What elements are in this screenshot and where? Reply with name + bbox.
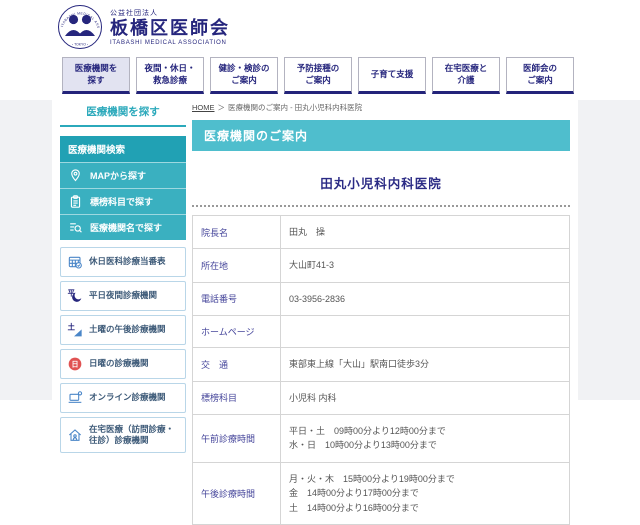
- row-value: 大山町41-3: [280, 248, 570, 283]
- sidebar-item-label: 医療機関名で探す: [90, 223, 163, 233]
- main-content: HOME ＞医療機関のご案内 - 田丸小児科内科医院 医療機関のご案内 田丸小児科…: [192, 102, 570, 525]
- sidebar-item-label: 日曜の診療機関: [89, 358, 149, 369]
- map-pin-icon: [68, 168, 83, 183]
- row-label: 所在地: [192, 248, 281, 283]
- table-row: ホームページ: [192, 315, 570, 349]
- sidebar-title: 医療機関を探す: [60, 104, 186, 127]
- weekday-night-icon: 平: [67, 288, 83, 304]
- row-value: 田丸 操: [280, 214, 570, 250]
- sidebar-item-label: MAPから探す: [90, 171, 146, 181]
- site-header: ITABASHI MEDICAL ASSOCIATION ・TOKYO・ 公益社…: [0, 0, 640, 55]
- row-value: 月・火・木 15時00分より19時00分まで 金 14時00分より17時00分ま…: [280, 461, 570, 525]
- table-row: 交 通 東部東上線「大山」駅南口徒歩3分: [192, 347, 570, 382]
- sidebar-item-label: オンライン診療機関: [89, 392, 166, 403]
- clinic-name-heading: 田丸小児科内科医院: [320, 177, 442, 191]
- sidebar-item-saturday-afternoon-clinics[interactable]: 土 土曜の午後診療機関: [60, 315, 186, 345]
- association-emblem-icon: ITABASHI MEDICAL ASSOCIATION ・TOKYO・: [55, 1, 102, 49]
- org-type-label: 公益社団法人: [110, 10, 158, 17]
- org-name: 板橋区医師会: [110, 18, 230, 38]
- sidebar: 医療機関を探す 医療機関検索 MAPから探す 標榜科目で探す 医療機関名で探す …: [60, 104, 186, 457]
- main-navigation: 医療機関を 探す 夜間・休日・ 救急診療 健診・検診の ご案内 予防接種の ご案…: [62, 57, 574, 94]
- sidebar-links: 休日医科診療当番表 平 平日夜間診療機関 土 土曜の午後診療機関 日 日曜の診療…: [60, 247, 186, 454]
- dotted-divider: [192, 205, 570, 207]
- clipboard-icon: [68, 194, 83, 209]
- nav-item-vaccinations[interactable]: 予防接種の ご案内: [284, 57, 352, 94]
- breadcrumb: HOME ＞医療機関のご案内 - 田丸小児科内科医院: [192, 102, 570, 113]
- online-care-icon: [67, 390, 83, 406]
- sidebar-item-sunday-clinics[interactable]: 日 日曜の診療機関: [60, 349, 186, 379]
- sidebar-item-weekday-night-clinics[interactable]: 平 平日夜間診療機関: [60, 281, 186, 311]
- sidebar-item-label: 平日夜間診療機関: [89, 290, 158, 301]
- nav-item-night-holiday-emergency[interactable]: 夜間・休日・ 救急診療: [136, 57, 204, 94]
- row-value: 平日・土 09時00分より12時00分まで 水・日 10時00分より13時00分…: [280, 413, 570, 463]
- table-row: 午前診療時間 平日・土 09時00分より12時00分まで 水・日 10時00分よ…: [192, 413, 570, 463]
- content-layout: 医療機関を探す 医療機関検索 MAPから探す 標榜科目で探す 医療機関名で探す …: [52, 100, 578, 525]
- nav-item-find-medical-institutions[interactable]: 医療機関を 探す: [62, 57, 130, 94]
- org-identity: 公益社団法人 板橋区医師会 ITABASHI MEDICAL ASSOCIATI…: [110, 8, 230, 46]
- saturday-afternoon-icon: 土: [67, 322, 83, 338]
- home-care-icon: [67, 427, 83, 443]
- search-panel-header: 医療機関検索: [60, 136, 186, 162]
- svg-text:土: 土: [68, 322, 76, 331]
- row-label: 交 通: [192, 347, 281, 382]
- sunday-icon: 日: [67, 356, 83, 372]
- table-row: 標榜科目 小児科 内科: [192, 380, 570, 415]
- breadcrumb-home-link[interactable]: HOME: [192, 103, 215, 112]
- table-row: 所在地 大山町41-3: [192, 248, 570, 283]
- row-value: 小児科 内科: [280, 380, 570, 415]
- row-value: [280, 315, 570, 349]
- table-row: 電話番号 03-3956-2836: [192, 281, 570, 317]
- sidebar-item-home-medical-care[interactable]: 在宅医療（訪問診療・往診）診療機関: [60, 417, 186, 454]
- sidebar-item-label: 土曜の午後診療機関: [89, 324, 166, 335]
- row-label: ホームページ: [192, 315, 281, 349]
- row-label: 標榜科目: [192, 380, 281, 415]
- sidebar-item-search-by-name[interactable]: 医療機関名で探す: [60, 214, 186, 240]
- table-row: 午後診療時間 月・火・木 15時00分より19時00分まで 金 14時00分より…: [192, 461, 570, 525]
- nav-item-childcare-support[interactable]: 子育て支援: [358, 57, 426, 94]
- association-logo[interactable]: ITABASHI MEDICAL ASSOCIATION ・TOKYO・: [55, 1, 103, 55]
- clinic-info-table: 院長名 田丸 操 所在地 大山町41-3 電話番号 03-3956-2836 ホ…: [192, 214, 570, 525]
- svg-text:日: 日: [72, 361, 79, 369]
- breadcrumb-current: 医療機関のご案内 - 田丸小児科内科医院: [228, 103, 363, 112]
- row-label: 電話番号: [192, 281, 281, 317]
- sidebar-item-holiday-duty-roster[interactable]: 休日医科診療当番表: [60, 247, 186, 277]
- sidebar-item-search-by-map[interactable]: MAPから探す: [60, 162, 186, 188]
- row-value: 東部東上線「大山」駅南口徒歩3分: [280, 347, 570, 382]
- calendar-check-icon: [67, 254, 83, 270]
- nav-item-about-association[interactable]: 医師会の ご案内: [506, 57, 574, 94]
- row-label: 院長名: [192, 214, 281, 250]
- list-search-icon: [68, 220, 83, 235]
- row-label: 午後診療時間: [192, 461, 281, 525]
- sidebar-item-label: 標榜科目で探す: [90, 197, 154, 207]
- sidebar-item-online-clinics[interactable]: オンライン診療機関: [60, 383, 186, 413]
- nav-item-health-checkups[interactable]: 健診・検診の ご案内: [210, 57, 278, 94]
- sidebar-item-label: 休日医科診療当番表: [89, 256, 166, 267]
- row-value: 03-3956-2836: [280, 281, 570, 317]
- nav-item-home-care-nursing[interactable]: 在宅医療と 介護: [432, 57, 500, 94]
- page-title-banner: 医療機関のご案内: [192, 120, 570, 151]
- row-label: 午前診療時間: [192, 413, 281, 463]
- svg-text:・TOKYO・: ・TOKYO・: [71, 43, 90, 47]
- org-name-english: ITABASHI MEDICAL ASSOCIATION: [110, 39, 227, 46]
- sidebar-item-label: 在宅医療（訪問診療・往診）診療機関: [89, 424, 175, 446]
- medical-search-panel: 医療機関検索 MAPから探す 標榜科目で探す 医療機関名で探す: [60, 136, 186, 240]
- breadcrumb-separator: ＞: [217, 103, 226, 112]
- sidebar-item-search-by-specialty[interactable]: 標榜科目で探す: [60, 188, 186, 214]
- table-row: 院長名 田丸 操: [192, 214, 570, 250]
